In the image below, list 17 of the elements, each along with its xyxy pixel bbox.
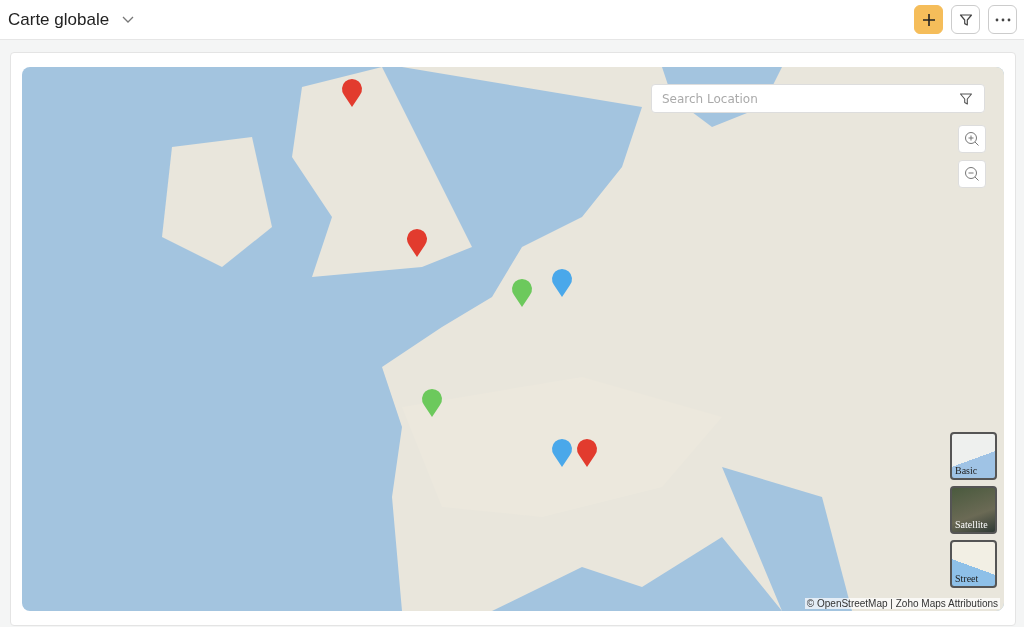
- chevron-down-icon[interactable]: [122, 15, 135, 24]
- zoom-in-icon: [964, 131, 980, 147]
- map-layer-button[interactable]: Basic: [950, 432, 997, 480]
- page-title: Carte globale: [8, 9, 110, 30]
- filter-location-icon[interactable]: [959, 92, 973, 106]
- zoom-in-button[interactable]: [958, 125, 986, 153]
- map-attribution: © OpenStreetMap | Zoho Maps Attributions: [804, 598, 1000, 609]
- filter-button[interactable]: [951, 5, 980, 34]
- map-layer-button[interactable]: Satellite: [950, 486, 997, 534]
- zoom-out-button[interactable]: [958, 160, 986, 188]
- zoom-out-icon: [964, 166, 980, 182]
- plus-icon: [921, 12, 936, 27]
- map-layer-button[interactable]: Street: [950, 540, 997, 588]
- add-button[interactable]: [914, 5, 943, 34]
- more-icon: [994, 17, 1011, 22]
- search-field[interactable]: Search Location: [651, 84, 985, 113]
- filter-icon: [958, 12, 973, 27]
